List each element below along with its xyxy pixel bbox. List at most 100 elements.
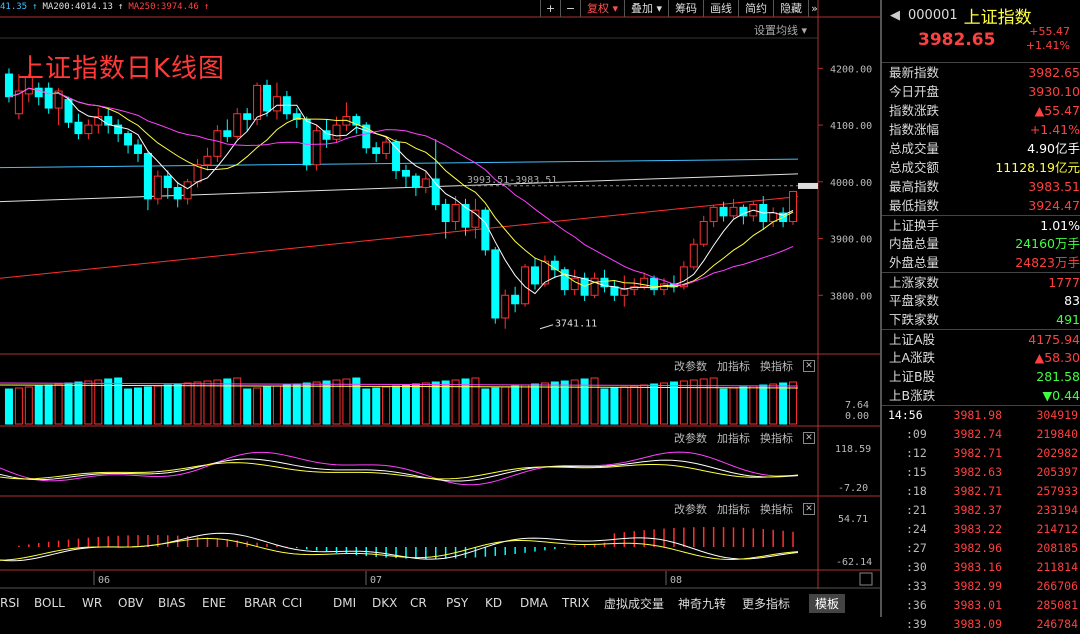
volume-bar [779, 382, 788, 425]
tick-time: :30 [906, 560, 927, 574]
candle-body [253, 84, 262, 120]
tick-volume: 214712 [1036, 522, 1078, 536]
chouma-button[interactable]: 筹码 [668, 0, 703, 17]
change-params-button[interactable]: 改参数 [674, 430, 707, 446]
ma-legend-item: 41.35 [0, 2, 28, 12]
huaxian-button[interactable]: 画线 [703, 0, 738, 17]
indicator-tab[interactable]: 更多指标 [742, 595, 790, 612]
indicator-tab[interactable]: DMI [333, 596, 356, 610]
add-indicator-button[interactable]: 加指标 [717, 430, 750, 446]
volume-bar [124, 388, 133, 425]
add-indicator-button[interactable]: 加指标 [717, 501, 750, 517]
close-icon[interactable]: ✕ [803, 432, 815, 444]
volume-bar [143, 386, 152, 425]
volume-bar [530, 383, 539, 425]
volume-bar [550, 381, 559, 425]
tick-time: :36 [906, 598, 927, 612]
tick-price: 3982.99 [953, 579, 1002, 593]
candle-body [729, 206, 738, 217]
macd-axis-label: 54.71 [838, 514, 868, 525]
swap-indicator-button[interactable]: 换指标 [760, 358, 793, 374]
candle-body [272, 96, 281, 112]
stat-value: 3982.65 [1028, 65, 1080, 80]
fuquan-dropdown[interactable]: 复权 ▾ [580, 0, 624, 17]
osc-panel-buttons: 改参数 加指标 换指标 ✕ [674, 430, 815, 446]
ref-marker [798, 182, 818, 189]
tick-price: 3982.96 [953, 541, 1002, 555]
indicator-tab[interactable]: DMA [520, 596, 548, 610]
volume-panel-buttons: 改参数 加指标 换指标 ✕ [674, 358, 815, 374]
volume-bar [669, 381, 678, 425]
candle-body [401, 169, 410, 177]
tick-time: :21 [906, 503, 927, 517]
jianyue-button[interactable]: 简约 [738, 0, 773, 17]
candle-body [699, 221, 708, 245]
set-ma-button[interactable]: 设置均线 ▾ [754, 22, 807, 38]
stat-row: 下跌家数 491 [882, 310, 1080, 329]
kline-chart[interactable]: 4200.00 4100.00 4000.00 3900.00 3800.00 3993.… [0, 0, 880, 617]
stat-value: 11128.19亿元 [995, 160, 1080, 175]
volume-bar [312, 381, 321, 425]
volume-bar [689, 379, 698, 425]
close-icon[interactable]: ✕ [803, 360, 815, 372]
indicator-tab[interactable]: ENE [202, 596, 226, 610]
indicator-tab[interactable]: CR [410, 596, 427, 610]
indicator-tab[interactable]: 虚拟成交量 [604, 595, 664, 612]
tick-time: :24 [906, 522, 927, 536]
indicator-tab[interactable]: KD [485, 596, 502, 610]
osc-line [0, 458, 799, 482]
indicator-tab[interactable]: CCI [282, 596, 302, 610]
ma-legend-item: ↑ [117, 2, 124, 12]
volume-bar [64, 382, 73, 425]
candle-body [382, 141, 391, 154]
stat-value: 3930.10 [1028, 84, 1080, 99]
candle-body [124, 133, 133, 146]
candle-body [203, 155, 212, 166]
tick-row: 14:56 3981.98 304919 [882, 406, 1080, 425]
tick-time: :09 [906, 427, 927, 441]
indicator-tab[interactable]: PSY [446, 596, 468, 610]
volume-bar [114, 377, 123, 425]
tick-volume: 233194 [1036, 503, 1078, 517]
stat-row: 上证A股 4175.94 [882, 329, 1080, 348]
candle-body [183, 181, 192, 200]
volume-bar [14, 387, 23, 425]
indicator-tab[interactable]: RSI [0, 596, 20, 610]
diejia-dropdown[interactable]: 叠加 ▾ [624, 0, 668, 17]
change-params-button[interactable]: 改参数 [674, 358, 707, 374]
add-indicator-button[interactable]: 加指标 [717, 358, 750, 374]
zoom-out-button[interactable]: − [560, 0, 580, 17]
close-icon[interactable]: ✕ [803, 503, 815, 515]
diejia-label: 叠加 [631, 2, 654, 15]
candle-body [709, 206, 718, 223]
tick-time: :27 [906, 541, 927, 555]
candle-body [332, 124, 341, 140]
candle-body [163, 175, 172, 188]
indicator-tab[interactable]: TRIX [562, 596, 589, 610]
tick-row: :30 3983.16 211814 [882, 558, 1080, 577]
indicator-tab[interactable]: OBV [118, 596, 144, 610]
chart-title: 上证指数日K线图 [18, 54, 226, 84]
change-params-button[interactable]: 改参数 [674, 501, 707, 517]
yincang-button[interactable]: 隐藏 [773, 0, 808, 17]
indicator-tab[interactable]: 神奇九转 [678, 595, 726, 612]
stat-value: 24160万手 [1015, 236, 1080, 251]
zoom-in-button[interactable]: + [540, 0, 560, 17]
indicator-tab[interactable]: BIAS [158, 596, 186, 610]
swap-indicator-button[interactable]: 换指标 [760, 430, 793, 446]
volume-bar [441, 380, 450, 425]
indicator-tab[interactable]: 模板 [809, 593, 846, 613]
indicator-tab[interactable]: BRAR [244, 596, 277, 610]
date-label: 07 [370, 575, 382, 586]
indicator-tab[interactable]: BOLL [34, 596, 65, 610]
tick-list: 14:56 3981.98 304919:09 3982.74 219840:12 398… [882, 406, 1080, 634]
indicator-tab[interactable]: DKX [372, 596, 397, 610]
swap-indicator-button[interactable]: 换指标 [760, 501, 793, 517]
prev-arrow-icon[interactable]: ◀ [882, 8, 908, 23]
stat-row: 上涨家数 1777 [882, 272, 1080, 291]
candle-body [411, 175, 420, 188]
stat-label: 最高指数 [889, 179, 940, 194]
stat-value: 83 [1064, 293, 1080, 308]
expand-icon[interactable]: » [808, 0, 820, 17]
indicator-tab[interactable]: WR [82, 596, 102, 610]
